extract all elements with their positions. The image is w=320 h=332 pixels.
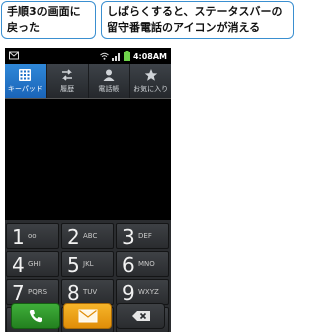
key-letters: WXYZ [138,288,159,296]
key-digit: 2 [67,225,80,249]
key-4[interactable]: 4 GHI [6,251,59,277]
number-display[interactable] [5,99,171,220]
key-letters: TUV [83,288,98,296]
callout-voicemail-icon-disappears: しばらくすると、ステータスバーの留守番電話のアイコンが消える [101,1,294,39]
contacts-icon [103,69,115,81]
wifi-icon [100,52,109,60]
action-row [5,300,171,332]
tab-keypad-label: キーパッド [7,85,43,93]
key-2[interactable]: 2 ABC [61,223,114,249]
key-5[interactable]: 5 JKL [61,251,114,277]
key-digit: 6 [122,253,135,277]
delete-button[interactable] [116,303,165,329]
tab-contacts[interactable]: 電話帳 [89,64,131,98]
tab-keypad[interactable]: キーパッド [5,64,47,98]
call-button[interactable] [11,303,60,329]
key-1[interactable]: 1 oo [6,223,59,249]
status-bar: 4:08AM [5,48,171,64]
phone-screen: 4:08AM キーパッド 履歴 電話帳 お気に入り 1 oo 2 ABC 3 D… [5,48,171,332]
key-letters: JKL [83,260,94,268]
star-icon [144,69,157,81]
status-icons: 4:08AM [100,50,167,62]
history-icon [62,69,73,81]
tab-contacts-label: 電話帳 [98,85,120,93]
key-letters: PQRS [28,288,48,296]
key-digit: 1 [12,225,25,249]
backspace-icon [131,311,150,321]
key-6[interactable]: 6 MNO [116,251,169,277]
key-digit: 5 [67,253,80,277]
tab-favorites-label: お気に入り [133,85,169,93]
key-letters: DEF [138,232,152,240]
tab-history-label: 履歴 [60,85,75,93]
phone-icon [29,310,42,323]
battery-icon [123,51,130,61]
callout-returned-to-step3: 手順3の画面に戻った [1,1,96,39]
key-letters: GHI [28,260,41,268]
key-3[interactable]: 3 DEF [116,223,169,249]
envelope-icon [78,309,97,323]
tab-favorites[interactable]: お気に入り [130,64,171,98]
status-time: 4:08AM [132,51,167,61]
key-letters: ABC [83,232,98,240]
message-button[interactable] [63,303,112,329]
keypad-icon [19,69,32,81]
voicemail-notification-icon [9,51,19,60]
key-voicemail-glyph: oo [28,232,37,240]
key-letters: MNO [138,260,155,268]
signal-icon [111,52,120,61]
key-digit: 3 [122,225,135,249]
tab-history[interactable]: 履歴 [47,64,89,98]
dialer-tabs: キーパッド 履歴 電話帳 お気に入り [5,64,171,99]
key-digit: 4 [12,253,25,277]
